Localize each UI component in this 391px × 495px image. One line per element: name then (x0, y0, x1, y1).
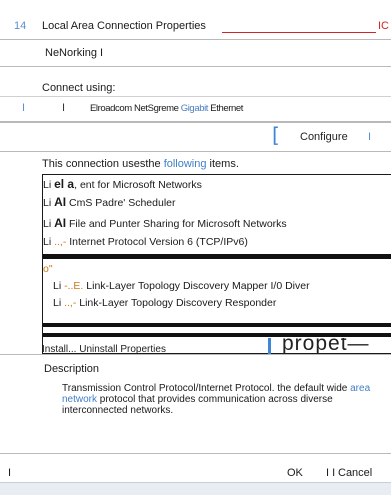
list-item[interactable]: Li ..,- Internet Protocol Version 6 (TCP… (43, 236, 383, 248)
adapter-marker-left: I (22, 102, 26, 114)
window-number: 14 (14, 20, 27, 32)
tab-networking[interactable]: NeNorking I (45, 47, 103, 59)
list-divider (43, 254, 391, 259)
window-title: Local Area Connection Properties (42, 20, 206, 32)
item-icon: -..E. (64, 280, 84, 292)
description-text: Transmission Control Protocol/Internet P… (62, 383, 371, 416)
item-icon: AI (54, 195, 67, 209)
adapter-icon: I (62, 102, 66, 114)
item-icon: ..,- (64, 297, 77, 309)
description-title: Description (44, 363, 100, 375)
properties-button[interactable]: propet— (282, 338, 370, 354)
adapter-name: Elroadcom NetSgreme Gigabit Ethernet (90, 103, 243, 114)
title-bar: 14 Local Area Connection Properties IC (0, 0, 391, 40)
footer-separator: I I (326, 467, 336, 479)
list-item[interactable]: Li el a, ent for Microsoft Networks (43, 177, 383, 191)
description-box: Description Transmission Control Protoco… (0, 354, 391, 454)
configure-button[interactable]: Configure (300, 131, 348, 143)
configure-trailing-bar: I (368, 131, 372, 143)
items-intro: This connection usesthe following items. (42, 158, 239, 170)
configure-row: [ Configure I (0, 123, 391, 152)
list-item[interactable]: Li AI File and Punter Sharing for Micros… (43, 216, 383, 230)
list-divider (43, 333, 391, 337)
footer-left-bar: I (8, 467, 12, 479)
install-buttons-text[interactable]: Install... Uninstall Properties (42, 344, 166, 354)
connect-using-label: Connect using: (42, 82, 116, 94)
list-item[interactable]: Li ..,- Link-Layer Topology Discovery Re… (53, 297, 391, 309)
install-buttons-row: Install... Uninstall Properties propet— (42, 338, 391, 354)
title-rule (222, 32, 376, 33)
items-list[interactable]: Li el a, ent for Microsoft Networks Li A… (42, 174, 391, 354)
configure-bracket: [ (272, 123, 280, 147)
ok-button[interactable]: OK (287, 467, 303, 479)
item-icon: el a (54, 177, 75, 191)
list-item[interactable]: Li -..E. Link-Layer Topology Discovery M… (53, 280, 391, 292)
tab-strip: NeNorking I (0, 40, 391, 67)
cancel-button[interactable]: Cancel (338, 467, 372, 479)
item-icon: AI (54, 216, 67, 230)
text-cursor (268, 338, 271, 354)
dialog-footer: I OK I I Cancel (0, 454, 391, 495)
list-item[interactable]: Li AI CmS Padre' Scheduler (43, 195, 383, 209)
item-icon: ..,- (54, 236, 67, 248)
close-button[interactable]: IC (378, 20, 389, 32)
list-item[interactable]: o" (43, 263, 383, 275)
list-divider (43, 323, 391, 327)
taskbar-strip (0, 482, 391, 495)
adapter-field: I I Elroadcom NetSgreme Gigabit Ethernet (0, 96, 391, 123)
